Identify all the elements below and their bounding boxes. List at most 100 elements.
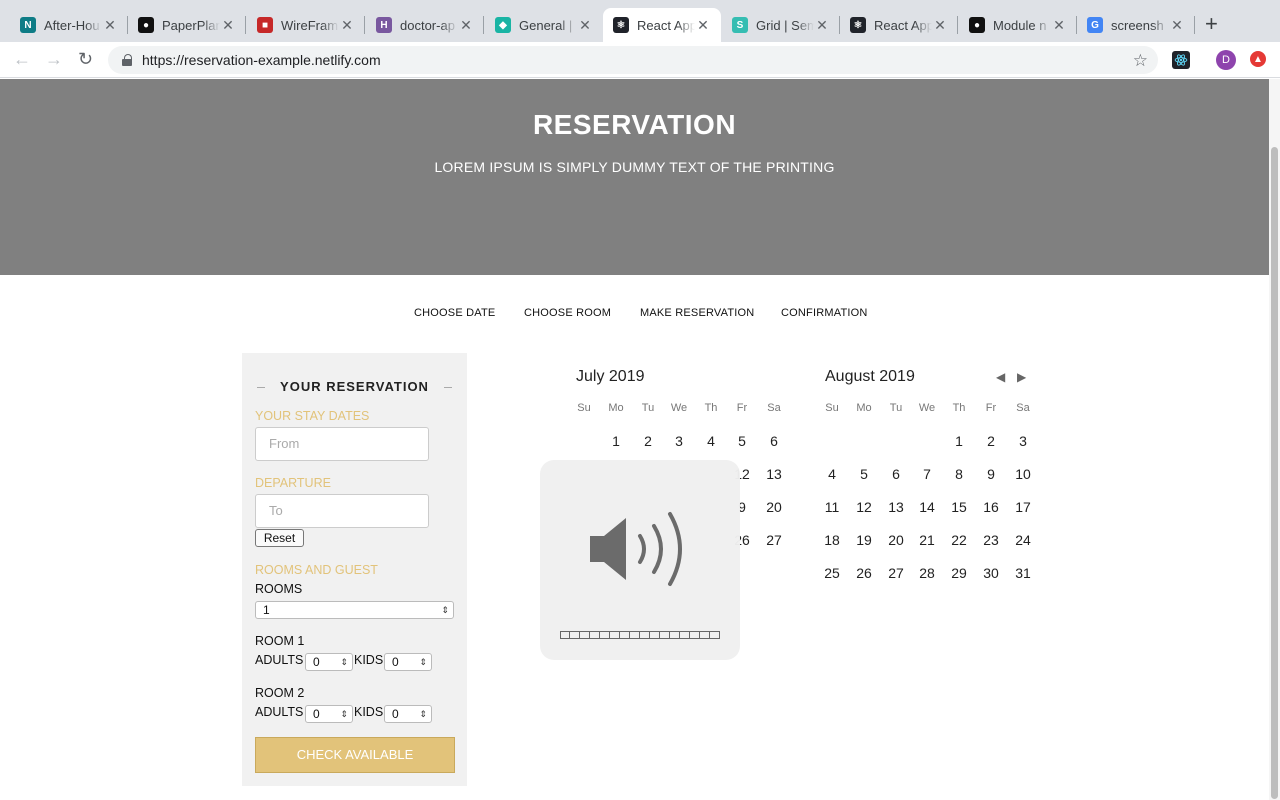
step-make-reservation[interactable]: MAKE RESERVATION xyxy=(640,307,754,319)
close-tab-icon[interactable]: ✕ xyxy=(1051,17,1067,34)
browser-tab[interactable]: ⚛ React App ✕ xyxy=(603,8,721,42)
calendar-day[interactable]: 27 xyxy=(758,532,790,548)
calendar-day[interactable]: 2 xyxy=(632,433,664,449)
calendar-day[interactable]: 11 xyxy=(816,499,848,515)
calendar-day[interactable]: 24 xyxy=(1007,532,1039,548)
calendar-day[interactable]: 16 xyxy=(975,499,1007,515)
tab-separator xyxy=(483,16,484,34)
browser-tab[interactable]: ■ WireFram ✕ xyxy=(247,8,365,42)
room2-adults-select[interactable]: 0 ⇕ xyxy=(305,705,353,723)
calendar-day[interactable]: 18 xyxy=(816,532,848,548)
calendar-day[interactable]: 30 xyxy=(975,565,1007,581)
to-date-input[interactable]: To xyxy=(255,494,429,528)
calendar-day[interactable]: 26 xyxy=(848,565,880,581)
react-devtools-icon[interactable] xyxy=(1172,51,1190,69)
close-tab-icon[interactable]: ✕ xyxy=(695,17,711,34)
browser-tab[interactable]: N After-Hou ✕ xyxy=(10,8,128,42)
browser-tab[interactable]: ● PaperPlan ✕ xyxy=(128,8,246,42)
calendar-day[interactable]: 23 xyxy=(975,532,1007,548)
close-tab-icon[interactable]: ✕ xyxy=(458,17,474,34)
address-bar[interactable]: https://reservation-example.netlify.com … xyxy=(108,46,1158,74)
calendar-day[interactable]: 3 xyxy=(1007,433,1039,449)
volume-segment xyxy=(570,631,580,639)
close-tab-icon[interactable]: ✕ xyxy=(814,17,830,34)
calendar-day[interactable]: 9 xyxy=(975,466,1007,482)
step-confirmation[interactable]: CONFIRMATION xyxy=(781,307,868,319)
calendar-day[interactable]: 8 xyxy=(943,466,975,482)
calendar-day[interactable]: 14 xyxy=(911,499,943,515)
scrollbar-thumb[interactable] xyxy=(1271,147,1278,799)
scrollbar[interactable] xyxy=(1269,79,1280,800)
new-tab-button[interactable]: + xyxy=(1205,13,1218,35)
stay-dates-label: YOUR STAY DATES xyxy=(255,409,370,423)
calendar-day[interactable]: 7 xyxy=(911,466,943,482)
room1-kids-select[interactable]: 0 ⇕ xyxy=(384,653,432,671)
calendar-day[interactable]: 5 xyxy=(726,433,758,449)
calendar-day[interactable]: 27 xyxy=(880,565,912,581)
calendar-day[interactable]: 13 xyxy=(758,466,790,482)
browser-tab[interactable]: ● Module n ✕ xyxy=(959,8,1077,42)
calendar-day[interactable]: 13 xyxy=(880,499,912,515)
tab-title: After-Hou xyxy=(44,17,100,33)
calendar-day[interactable]: 20 xyxy=(880,532,912,548)
weekday-label: Mo xyxy=(608,402,624,414)
reload-icon[interactable]: ↻ xyxy=(78,50,93,68)
calendar-day[interactable]: 6 xyxy=(758,433,790,449)
calendar-day[interactable]: 20 xyxy=(758,499,790,515)
step-choose-date[interactable]: CHOOSE DATE xyxy=(414,307,495,319)
calendar-day[interactable]: 1 xyxy=(943,433,975,449)
profile-avatar[interactable]: D xyxy=(1216,50,1236,70)
room2-adults-value: 0 xyxy=(313,707,320,721)
browser-tab[interactable]: Gscreensh ✕ xyxy=(1077,8,1195,42)
close-tab-icon[interactable]: ✕ xyxy=(1169,17,1185,34)
next-month-icon[interactable]: ▶ xyxy=(1017,370,1026,384)
calendar-day[interactable]: 19 xyxy=(848,532,880,548)
calendar-day[interactable]: 4 xyxy=(816,466,848,482)
calendar-day[interactable]: 1 xyxy=(600,433,632,449)
close-tab-icon[interactable]: ✕ xyxy=(102,17,118,34)
extension-icon[interactable]: ▲ xyxy=(1250,51,1266,67)
calendar-day[interactable]: 5 xyxy=(848,466,880,482)
calendar-day[interactable]: 31 xyxy=(1007,565,1039,581)
calendar-day[interactable]: 22 xyxy=(943,532,975,548)
calendar-day[interactable]: 2 xyxy=(975,433,1007,449)
tab-title: doctor-ap xyxy=(400,17,455,33)
calendar-day[interactable]: 3 xyxy=(663,433,695,449)
tab-title: React App xyxy=(874,17,932,33)
browser-tab[interactable]: ◆ General | ✕ xyxy=(485,8,603,42)
calendar-day[interactable]: 4 xyxy=(695,433,727,449)
prev-month-icon[interactable]: ◀ xyxy=(996,370,1005,384)
departure-label: DEPARTURE xyxy=(255,476,331,490)
back-icon[interactable]: ← xyxy=(13,50,31,68)
close-tab-icon[interactable]: ✕ xyxy=(339,17,355,34)
browser-tab[interactable]: ⚛ React App ✕ xyxy=(840,8,958,42)
room1-adults-select[interactable]: 0 ⇕ xyxy=(305,653,353,671)
step-choose-room[interactable]: CHOOSE ROOM xyxy=(524,307,611,319)
browser-tab[interactable]: Hdoctor-ap ✕ xyxy=(366,8,484,42)
calendar-day[interactable]: 12 xyxy=(848,499,880,515)
volume-segment xyxy=(610,631,620,639)
calendar-day[interactable]: 6 xyxy=(880,466,912,482)
calendar-day[interactable]: 29 xyxy=(943,565,975,581)
room1-label: ROOM 1 xyxy=(255,634,305,648)
from-date-input[interactable]: From xyxy=(255,427,429,461)
check-available-button[interactable]: CHECK AVAILABLE xyxy=(255,737,455,773)
close-tab-icon[interactable]: ✕ xyxy=(932,17,948,34)
volume-overlay xyxy=(540,460,740,660)
calendar-day[interactable]: 25 xyxy=(816,565,848,581)
calendar-day[interactable]: 17 xyxy=(1007,499,1039,515)
rooms-select[interactable]: 1 ⇕ xyxy=(255,601,454,619)
calendar-day[interactable]: 21 xyxy=(911,532,943,548)
browser-tab[interactable]: S Grid | Sem ✕ xyxy=(722,8,840,42)
calendar-day[interactable]: 28 xyxy=(911,565,943,581)
calendar-day[interactable]: 15 xyxy=(943,499,975,515)
volume-segment xyxy=(590,631,600,639)
close-tab-icon[interactable]: ✕ xyxy=(220,17,236,34)
close-tab-icon[interactable]: ✕ xyxy=(577,17,593,34)
volume-segment xyxy=(650,631,660,639)
reset-button[interactable]: Reset xyxy=(255,529,304,547)
bookmark-star-icon[interactable]: ☆ xyxy=(1133,51,1148,71)
calendar-day[interactable]: 10 xyxy=(1007,466,1039,482)
forward-icon[interactable]: → xyxy=(45,50,63,68)
room2-kids-select[interactable]: 0 ⇕ xyxy=(384,705,432,723)
